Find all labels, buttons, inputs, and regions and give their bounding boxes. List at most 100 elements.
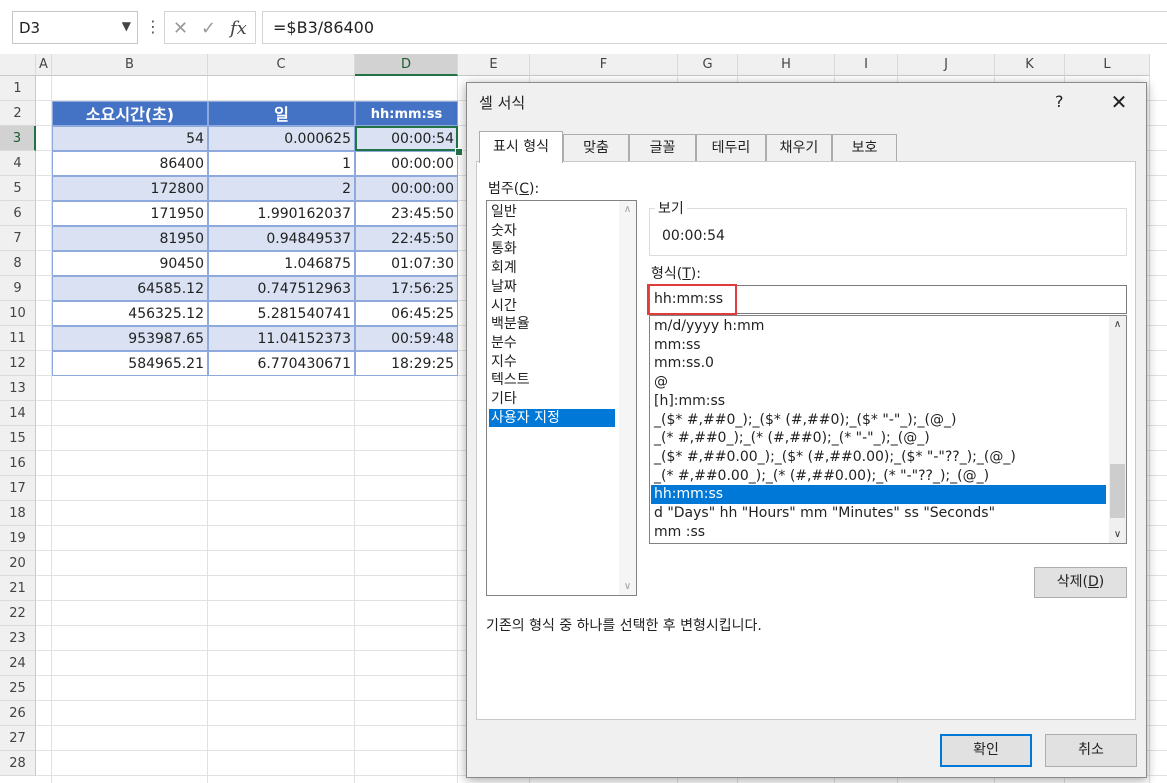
format-item[interactable]: _(* #,##0_);_(* (#,##0);_(* "-"_);_(@_) <box>651 429 1106 448</box>
column-header-d[interactable]: D <box>355 54 458 76</box>
row-header-21[interactable]: 21 <box>0 576 36 601</box>
category-item[interactable]: 날짜 <box>489 278 615 296</box>
category-item[interactable]: 일반 <box>489 203 615 221</box>
category-item[interactable]: 시간 <box>489 297 615 315</box>
column-header-e[interactable]: E <box>458 54 530 76</box>
column-header-h[interactable]: H <box>738 54 835 76</box>
row-header-1[interactable]: 1 <box>0 76 36 101</box>
enter-check-icon[interactable]: ✓ <box>201 18 216 39</box>
header-cell-b[interactable]: 소요시간(초) <box>52 101 208 126</box>
column-header-l[interactable]: L <box>1065 54 1150 76</box>
category-item[interactable]: 텍스트 <box>489 371 615 389</box>
format-item[interactable]: [h]:mm:ss <box>651 392 1106 411</box>
cell-d12[interactable]: 18:29:25 <box>355 351 458 376</box>
header-cell-d[interactable]: hh:mm:ss <box>355 101 458 126</box>
row-header-14[interactable]: 14 <box>0 401 36 426</box>
category-item[interactable]: 숫자 <box>489 222 615 240</box>
cell-b12[interactable]: 584965.21 <box>52 351 208 376</box>
category-item[interactable]: 사용자 지정 <box>489 408 615 427</box>
row-header-28[interactable]: 28 <box>0 751 36 776</box>
cell-d8[interactable]: 01:07:30 <box>355 251 458 276</box>
tab-font[interactable]: 글꼴 <box>629 134 696 162</box>
tab-fill[interactable]: 채우기 <box>766 134 832 162</box>
cell-b5[interactable]: 172800 <box>52 176 208 201</box>
format-item[interactable]: _(* #,##0.00_);_(* (#,##0.00);_(* "-"??_… <box>651 467 1106 486</box>
category-item[interactable]: 기타 <box>489 390 615 408</box>
category-item[interactable]: 지수 <box>489 353 615 371</box>
tab-border[interactable]: 테두리 <box>696 134 766 162</box>
row-header-10[interactable]: 10 <box>0 301 36 326</box>
column-header-i[interactable]: I <box>835 54 898 76</box>
close-icon[interactable]: ✕ <box>1105 89 1133 115</box>
delete-button[interactable]: 삭제(D) <box>1034 567 1127 598</box>
tab-number[interactable]: 표시 형식 <box>479 131 563 163</box>
scroll-up-icon[interactable]: ∧ <box>1109 316 1126 333</box>
cell-d6[interactable]: 23:45:50 <box>355 201 458 226</box>
format-item[interactable]: d "Days" hh "Hours" mm "Minutes" ss "Sec… <box>651 504 1106 523</box>
header-cell-c[interactable]: 일 <box>208 101 355 126</box>
cell-b3[interactable]: 54 <box>52 126 208 151</box>
scroll-up-icon[interactable]: ∧ <box>619 201 636 218</box>
category-list[interactable]: 일반 숫자 통화 회계 날짜 시간 백분율 분수 지수 텍스트 기타 사용자 지정 ∧ ∨ <box>486 200 637 596</box>
cell-b8[interactable]: 90450 <box>52 251 208 276</box>
tab-alignment[interactable]: 맞춤 <box>563 134 629 162</box>
cell-b9[interactable]: 64585.12 <box>52 276 208 301</box>
row-header-8[interactable]: 8 <box>0 251 36 276</box>
column-header-c[interactable]: C <box>208 54 355 76</box>
category-item[interactable]: 분수 <box>489 334 615 352</box>
row-header-20[interactable]: 20 <box>0 551 36 576</box>
select-all-corner[interactable] <box>0 54 36 76</box>
chevron-down-icon[interactable]: ▼ <box>122 19 131 33</box>
cell-d5[interactable]: 00:00:00 <box>355 176 458 201</box>
cell-c8[interactable]: 1.046875 <box>208 251 355 276</box>
format-item[interactable]: _($* #,##0.00_);_($* (#,##0.00);_($* "-"… <box>651 448 1106 467</box>
row-header-23[interactable]: 23 <box>0 626 36 651</box>
cell-c3[interactable]: 0.000625 <box>208 126 355 151</box>
category-item[interactable]: 통화 <box>489 240 615 258</box>
name-box[interactable]: D3 ▼ <box>12 11 138 44</box>
row-header-27[interactable]: 27 <box>0 726 36 751</box>
format-list[interactable]: m/d/yyyy h:mm mm:ss mm:ss.0 @ [h]:mm:ss _($* … <box>649 315 1127 544</box>
row-header-4[interactable]: 4 <box>0 151 36 176</box>
cell-d9[interactable]: 17:56:25 <box>355 276 458 301</box>
row-header-22[interactable]: 22 <box>0 601 36 626</box>
cell-b11[interactable]: 953987.65 <box>52 326 208 351</box>
format-item[interactable]: mm :ss <box>651 523 1106 542</box>
row-header-17[interactable]: 17 <box>0 476 36 501</box>
column-header-f[interactable]: F <box>530 54 678 76</box>
ok-button[interactable]: 확인 <box>940 734 1032 767</box>
cell-c6[interactable]: 1.990162037 <box>208 201 355 226</box>
cell-c9[interactable]: 0.747512963 <box>208 276 355 301</box>
scroll-down-icon[interactable]: ∨ <box>1109 526 1126 543</box>
row-header-9[interactable]: 9 <box>0 276 36 301</box>
cell-b7[interactable]: 81950 <box>52 226 208 251</box>
cell-d7[interactable]: 22:45:50 <box>355 226 458 251</box>
cell-d11[interactable]: 00:59:48 <box>355 326 458 351</box>
fill-handle[interactable] <box>455 148 463 156</box>
cell-b4[interactable]: 86400 <box>52 151 208 176</box>
active-cell-d3[interactable] <box>355 126 458 151</box>
row-header-11[interactable]: 11 <box>0 326 36 351</box>
column-header-b[interactable]: B <box>52 54 208 76</box>
tab-protection[interactable]: 보호 <box>832 134 897 162</box>
fx-icon[interactable]: fx <box>230 18 247 39</box>
format-item[interactable]: m/d/yyyy h:mm <box>651 317 1106 336</box>
row-header-2[interactable]: 2 <box>0 101 36 126</box>
cancel-button[interactable]: 취소 <box>1045 734 1137 767</box>
format-item[interactable]: _($* #,##0_);_($* (#,##0);_($* "-"_);_(@… <box>651 411 1106 430</box>
vertical-dots-icon[interactable]: ⋮ <box>145 12 161 42</box>
row-header-12[interactable]: 12 <box>0 351 36 376</box>
format-item[interactable]: mm:ss.0 <box>651 354 1106 373</box>
cell-c4[interactable]: 1 <box>208 151 355 176</box>
column-header-k[interactable]: K <box>995 54 1065 76</box>
row-header-5[interactable]: 5 <box>0 176 36 201</box>
row-header-6[interactable]: 6 <box>0 201 36 226</box>
cell-b10[interactable]: 456325.12 <box>52 301 208 326</box>
row-header-19[interactable]: 19 <box>0 526 36 551</box>
row-header-16[interactable]: 16 <box>0 451 36 476</box>
help-button[interactable]: ? <box>1055 92 1064 111</box>
cancel-x-icon[interactable]: ✕ <box>173 18 188 39</box>
cell-c11[interactable]: 11.04152373 <box>208 326 355 351</box>
format-item[interactable]: hh:mm:ss <box>651 485 1106 504</box>
column-header-a[interactable]: A <box>36 54 52 76</box>
